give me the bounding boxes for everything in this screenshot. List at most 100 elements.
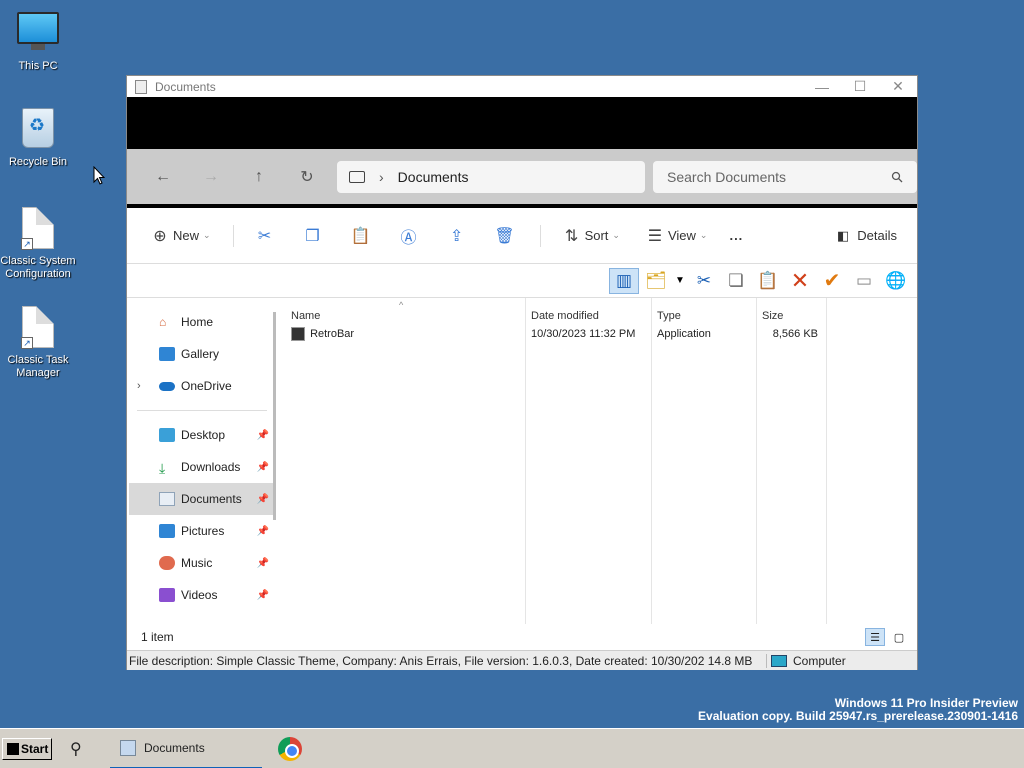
details-button[interactable]: ◧ Details <box>837 228 897 244</box>
more-options-icon: ... <box>729 228 744 243</box>
delete-button[interactable]: 🗑 <box>492 226 518 246</box>
desktop-icon-classic-system-configuration[interactable]: ↗ Classic System Configuration <box>0 207 76 281</box>
share-button[interactable]: ⇪ <box>444 226 470 246</box>
file-name-cell: RetroBar <box>285 327 525 341</box>
refresh-icon[interactable]: ↻ <box>283 167 331 187</box>
nav-item-music[interactable]: Music 📌 <box>127 547 275 579</box>
column-header-label: Type <box>657 310 681 322</box>
file-list[interactable]: ^ Name Date modified Type Size RetroBar … <box>275 298 917 624</box>
nav-item-downloads[interactable]: ⤓ Downloads 📌 <box>127 451 275 483</box>
checkmark-icon[interactable]: ✔ <box>817 268 847 294</box>
nav-item-desktop[interactable]: Desktop 📌 <box>127 419 275 451</box>
copy-pages-icon[interactable]: ❏ <box>721 268 751 294</box>
minimize-button[interactable]: — <box>803 79 841 95</box>
navigation-bar: ← → ↑ ↻ › Documents Search Documents <box>127 149 917 204</box>
pin-icon[interactable]: 📌 <box>257 462 269 473</box>
navigation-pane[interactable]: ⌂ Home Gallery › OneDrive Desktop 📌 ⤓ Do… <box>127 298 276 624</box>
main-content: ⌂ Home Gallery › OneDrive Desktop 📌 ⤓ Do… <box>127 298 917 624</box>
nav-item-gallery[interactable]: Gallery <box>127 338 275 370</box>
nav-item-documents[interactable]: Documents 📌 <box>129 483 275 515</box>
paste-clipboard-icon[interactable]: 📋 <box>753 268 783 294</box>
address-location[interactable]: Documents <box>398 169 469 185</box>
monitor-icon <box>16 12 60 56</box>
separator <box>232 224 234 247</box>
taskbar: Start ⚲ Documents <box>0 728 1024 768</box>
column-divider[interactable] <box>651 298 652 624</box>
column-header-type[interactable]: Type <box>651 310 756 322</box>
classic-toolbar: ▥ 🗂 ▼ ✂ ❏ 📋 ✕ ✔ ▭ 🌐 <box>127 264 917 298</box>
desktop-icon <box>159 428 175 442</box>
search-icon[interactable]: ⚲ <box>70 739 94 759</box>
pin-icon[interactable]: 📌 <box>257 590 269 601</box>
mouse-cursor-icon <box>93 166 105 185</box>
column-divider[interactable] <box>826 298 827 624</box>
column-header-size[interactable]: Size <box>756 310 826 322</box>
rename-button[interactable]: Ⓐ <box>396 224 422 248</box>
explorer-window[interactable]: Documents — ☐ ✕ ← → ↑ ↻ › Documents Sear… <box>126 75 918 670</box>
nav-item-videos[interactable]: Videos 📌 <box>127 579 275 611</box>
folder-check-icon[interactable]: 🗂 <box>641 268 671 294</box>
column-header-label: Name <box>291 310 321 322</box>
forward-arrow-icon[interactable]: → <box>187 168 235 186</box>
up-arrow-icon[interactable]: ↑ <box>235 168 283 186</box>
window-title: Documents <box>155 79 216 94</box>
column-header-date-modified[interactable]: Date modified <box>525 310 651 322</box>
new-button[interactable]: ⊕ New ⌄ <box>147 226 210 246</box>
more-options-button[interactable]: ... <box>729 228 743 243</box>
view-button[interactable]: ☰ View ⌄ <box>642 226 708 246</box>
rename-box-icon[interactable]: ▭ <box>849 268 879 294</box>
view-label: View <box>667 228 696 243</box>
details-view-icon[interactable]: ☰ <box>865 628 885 646</box>
plus-circle-icon: ⊕ <box>153 227 167 245</box>
pin-icon[interactable]: 📌 <box>257 430 269 441</box>
desktop-icon-classic-task-manager[interactable]: ↗ Classic Task Manager <box>0 306 76 380</box>
maximize-button[interactable]: ☐ <box>841 78 879 95</box>
navigation-pane-toggle-icon[interactable]: ▥ <box>609 267 639 294</box>
search-input[interactable]: Search Documents <box>653 160 917 193</box>
close-button[interactable]: ✕ <box>879 78 917 95</box>
cut-button[interactable]: ✂ <box>252 226 278 246</box>
view-toggle: ☰ ▢ <box>865 628 909 646</box>
nav-item-label: OneDrive <box>181 379 232 393</box>
chevron-right-icon[interactable]: › <box>379 169 384 185</box>
back-arrow-icon[interactable]: ← <box>139 168 187 186</box>
file-size-text: 14.8 MB <box>707 653 753 668</box>
column-divider[interactable] <box>756 298 757 624</box>
taskbar-item-documents[interactable]: Documents <box>110 729 262 768</box>
rename-icon: Ⓐ <box>400 229 417 247</box>
paste-button[interactable]: 📋 <box>348 226 374 246</box>
pin-icon[interactable]: 📌 <box>257 558 269 569</box>
column-header-label: Size <box>762 310 784 322</box>
copy-icon: ❐ <box>305 227 320 245</box>
nav-item-pictures[interactable]: Pictures 📌 <box>127 515 275 547</box>
classic-status-bar: File description: Simple Classic Theme, … <box>127 650 917 670</box>
document-shortcut-icon: ↗ <box>16 306 60 350</box>
divider <box>137 410 267 411</box>
chevron-right-icon[interactable]: › <box>137 380 141 392</box>
nav-item-label: Videos <box>181 588 218 602</box>
cut-scissors-icon[interactable]: ✂ <box>689 268 719 294</box>
details-pane-icon: ◧ <box>836 227 850 243</box>
dropdown-arrow-icon[interactable]: ▼ <box>673 268 687 294</box>
globe-icon[interactable]: 🌐 <box>881 268 911 294</box>
address-bar[interactable]: › Documents <box>337 160 645 193</box>
nav-item-onedrive[interactable]: › OneDrive <box>127 370 275 402</box>
chrome-icon[interactable] <box>278 736 302 761</box>
sort-button[interactable]: ⇅ Sort ⌄ <box>559 226 620 246</box>
document-shortcut-icon: ↗ <box>16 207 60 251</box>
desktop-icon-this-pc[interactable]: This PC <box>0 10 76 73</box>
desktop-icon-recycle-bin[interactable]: ♻ Recycle Bin <box>0 108 76 169</box>
file-row[interactable]: RetroBar 10/30/2023 11:32 PM Application… <box>285 324 917 344</box>
delete-x-icon[interactable]: ✕ <box>785 268 815 294</box>
title-bar[interactable]: Documents — ☐ ✕ <box>127 76 917 97</box>
column-header-name[interactable]: ^ Name <box>285 300 525 322</box>
column-divider[interactable] <box>525 298 526 624</box>
pin-icon[interactable]: 📌 <box>257 494 269 505</box>
details-label: Details <box>857 228 897 243</box>
pin-icon[interactable]: 📌 <box>257 526 269 537</box>
tiles-view-icon[interactable]: ▢ <box>889 628 909 646</box>
start-button[interactable]: Start <box>2 737 52 760</box>
os-watermark: Windows 11 Pro Insider Preview Evaluatio… <box>698 697 1018 723</box>
copy-button[interactable]: ❐ <box>300 226 326 246</box>
nav-item-home[interactable]: ⌂ Home <box>127 306 275 338</box>
